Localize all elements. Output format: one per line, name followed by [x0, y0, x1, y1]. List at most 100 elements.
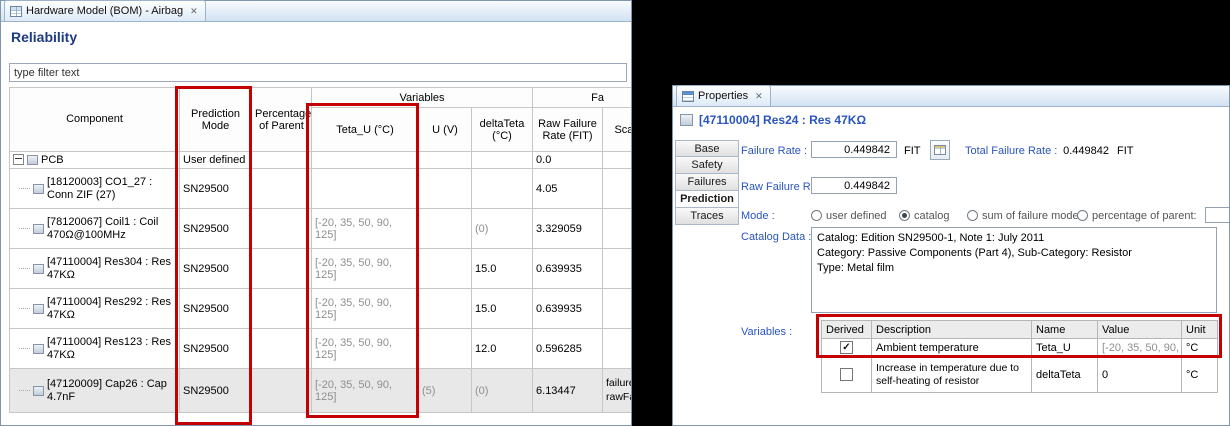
- properties-header: [47110004] Res24 : Res 47KΩ: [673, 107, 1229, 133]
- tab-hardware-model-bom[interactable]: Hardware Model (BOM) - Airbag: [4, 0, 206, 21]
- col-header-raw-failure-rate[interactable]: Raw Failure Rate (FIT): [533, 108, 603, 152]
- tab-traces[interactable]: Traces: [675, 208, 739, 225]
- var-description: Increase in temperature due to self-heat…: [872, 357, 1032, 393]
- col-header-component[interactable]: Component: [10, 88, 180, 152]
- col-header-percentage-of-parent[interactable]: Percentage of Parent: [252, 88, 312, 152]
- cell-delta-teta[interactable]: (0): [472, 369, 533, 413]
- cell-delta-teta[interactable]: [472, 169, 533, 209]
- total-failure-rate-label: Total Failure Rate :: [965, 145, 1057, 157]
- col-header-delta-teta[interactable]: deltaTeta (°C): [472, 108, 533, 152]
- mode-label: Mode :: [741, 210, 775, 222]
- total-failure-rate-unit: FIT: [1117, 145, 1134, 157]
- properties-icon: [682, 91, 694, 102]
- radio-user-defined-label[interactable]: user defined: [826, 210, 887, 222]
- close-icon[interactable]: [190, 7, 198, 16]
- component-name: [47110004] Res304 : Res 47KΩ: [47, 256, 176, 281]
- component-icon: [33, 304, 44, 314]
- catalog-calculator-button[interactable]: [930, 140, 950, 160]
- cell-percentage[interactable]: [252, 169, 312, 209]
- cell-delta-teta[interactable]: 12.0: [472, 329, 533, 369]
- radio-sum-of-failure-modes-label[interactable]: sum of failure modes: [982, 210, 1084, 222]
- tree-line: [19, 268, 30, 269]
- cell-delta-teta[interactable]: [472, 152, 533, 169]
- component-name: [47120009] Cap26 : Cap 4.7nF: [47, 378, 176, 403]
- tree-line: [19, 308, 30, 309]
- catalog-line: Catalog: Edition SN29500-1, Note 1: July…: [817, 231, 1211, 246]
- var-value[interactable]: 0: [1098, 357, 1182, 393]
- derived-checkbox-unchecked[interactable]: [840, 368, 853, 381]
- component-name: [47110004] Res292 : Res 47KΩ: [47, 296, 176, 321]
- cell-u[interactable]: [419, 289, 472, 329]
- failure-rate-input[interactable]: 0.449842: [811, 141, 897, 158]
- radio-catalog-label[interactable]: catalog: [914, 210, 949, 222]
- cell-scaling[interactable]: failureRrawFail: [603, 369, 631, 413]
- radio-user-defined[interactable]: [811, 210, 822, 221]
- col-header-scaling[interactable]: Scaling: [603, 108, 631, 152]
- radio-percentage-of-parent[interactable]: [1077, 210, 1088, 221]
- cell-u[interactable]: [419, 209, 472, 249]
- tab-failures[interactable]: Failures: [675, 174, 739, 191]
- component-name: [47110004] Res123 : Res 47KΩ: [47, 336, 176, 361]
- cell-scaling[interactable]: [603, 209, 631, 249]
- filter-input[interactable]: [9, 63, 627, 82]
- catalog-data-text[interactable]: Catalog: Edition SN29500-1, Note 1: July…: [811, 227, 1217, 313]
- cell-delta-teta[interactable]: (0): [472, 209, 533, 249]
- cell-percentage[interactable]: [252, 329, 312, 369]
- component-name: [78120067] Coil1 : Coil 470Ω@100MHz: [47, 216, 176, 241]
- component-name: PCB: [41, 154, 64, 167]
- cell-raw-failure-rate[interactable]: 0.639935: [533, 249, 603, 289]
- tab-properties[interactable]: Properties: [676, 85, 771, 106]
- cell-u[interactable]: [419, 249, 472, 289]
- cell-percentage[interactable]: [252, 289, 312, 329]
- failure-rate-unit: FIT: [904, 145, 921, 157]
- cell-raw-failure-rate[interactable]: 0.596285: [533, 329, 603, 369]
- cell-raw-failure-rate[interactable]: 0.0: [533, 152, 603, 169]
- bom-tabbar: Hardware Model (BOM) - Airbag: [1, 1, 631, 22]
- variable-row-delta-teta[interactable]: Increase in temperature due to self-heat…: [822, 357, 1218, 393]
- cell-scaling[interactable]: [603, 169, 631, 209]
- tab-prediction[interactable]: Prediction: [675, 191, 739, 208]
- failure-rate-label: Failure Rate :: [741, 145, 807, 157]
- radio-percentage-of-parent-label[interactable]: percentage of parent:: [1092, 210, 1197, 222]
- cell-u[interactable]: [419, 329, 472, 369]
- cell-raw-failure-rate[interactable]: 0.639935: [533, 289, 603, 329]
- cell-percentage[interactable]: [252, 209, 312, 249]
- highlight-teta-u-column: [306, 103, 419, 418]
- cell-percentage[interactable]: [252, 152, 312, 169]
- tree-line: [19, 390, 30, 391]
- cell-delta-teta[interactable]: 15.0: [472, 249, 533, 289]
- cell-u[interactable]: [419, 152, 472, 169]
- cell-percentage[interactable]: [252, 369, 312, 413]
- properties-window: Properties [47110004] Res24 : Res 47KΩ B…: [672, 85, 1230, 426]
- calculator-icon: [934, 145, 946, 155]
- tree-line: [19, 228, 30, 229]
- tab-base[interactable]: Base: [675, 140, 739, 157]
- cell-u[interactable]: [419, 169, 472, 209]
- cell-scaling[interactable]: [603, 152, 631, 169]
- cell-raw-failure-rate[interactable]: 3.329059: [533, 209, 603, 249]
- cell-scaling[interactable]: [603, 249, 631, 289]
- collapse-icon[interactable]: [13, 154, 24, 165]
- tab-label: Hardware Model (BOM) - Airbag: [26, 5, 183, 17]
- var-name: deltaTeta: [1032, 357, 1098, 393]
- close-icon[interactable]: [755, 92, 763, 101]
- highlight-variables-row: [816, 314, 1222, 358]
- cell-raw-failure-rate[interactable]: 6.13447: [533, 369, 603, 413]
- cell-raw-failure-rate[interactable]: 4.05: [533, 169, 603, 209]
- percentage-of-parent-input[interactable]: [1205, 207, 1229, 223]
- raw-failure-rate-input[interactable]: 0.449842: [811, 177, 897, 194]
- tree-line: [19, 188, 30, 189]
- cell-scaling[interactable]: [603, 329, 631, 369]
- component-icon: [33, 224, 44, 234]
- cell-percentage[interactable]: [252, 249, 312, 289]
- tab-safety[interactable]: Safety: [675, 157, 739, 174]
- tree-line: [19, 348, 30, 349]
- cell-u[interactable]: (5): [419, 369, 472, 413]
- properties-body: Base Safety Failures Prediction Traces F…: [673, 132, 1229, 425]
- component-name: [18120003] CO1_27 : Conn ZIF (27): [47, 176, 176, 201]
- cell-scaling[interactable]: [603, 289, 631, 329]
- col-header-u[interactable]: U (V): [419, 108, 472, 152]
- radio-sum-of-failure-modes[interactable]: [967, 210, 978, 221]
- cell-delta-teta[interactable]: 15.0: [472, 289, 533, 329]
- radio-catalog[interactable]: [899, 210, 910, 221]
